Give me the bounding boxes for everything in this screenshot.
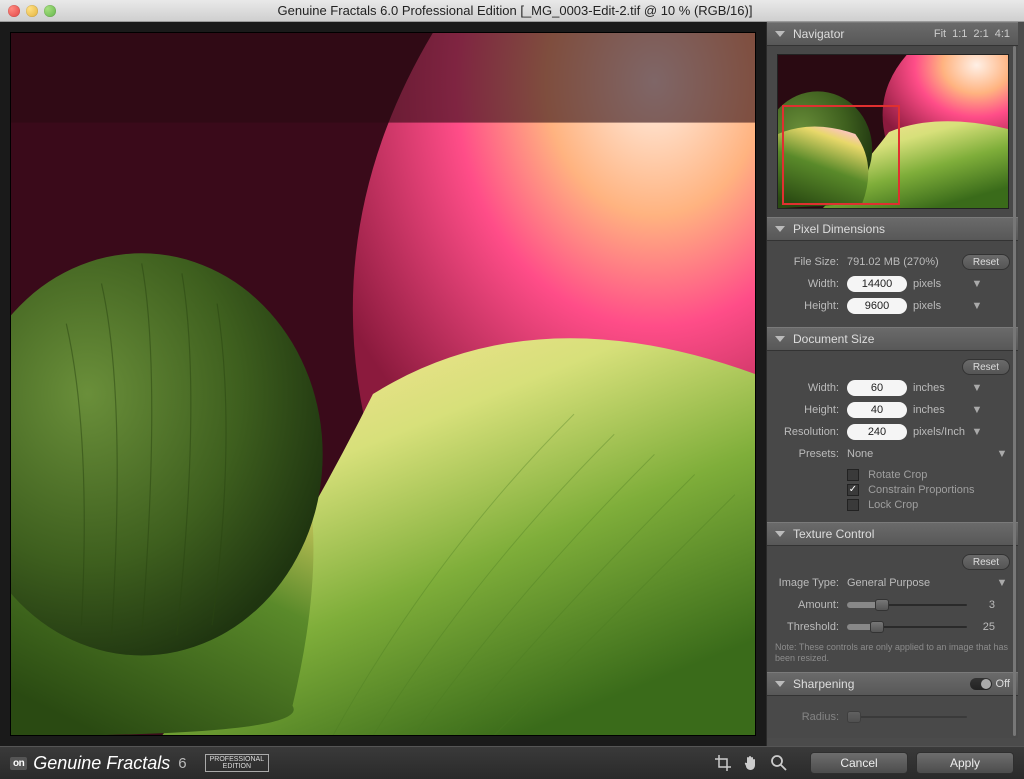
panel-header-pixeldimensions[interactable]: Pixel Dimensions <box>767 217 1018 241</box>
panel-navigator <box>767 46 1018 217</box>
apply-button[interactable]: Apply <box>916 752 1014 774</box>
footer-bar: on Genuine Fractals 6 PROFESSIONALEDITIO… <box>0 746 1024 779</box>
radius-label: Radius: <box>775 711 847 723</box>
doc-width-label: Width: <box>775 382 847 394</box>
brand-name: Genuine Fractals <box>33 753 170 774</box>
imagetype-dropdown[interactable]: General Purpose <box>847 577 994 589</box>
chevron-down-icon[interactable]: ▼ <box>969 382 985 394</box>
threshold-label: Threshold: <box>775 621 847 633</box>
panel-header-sharpening[interactable]: Sharpening Off <box>767 672 1018 696</box>
resolution-label: Resolution: <box>775 426 847 438</box>
panel-pixeldimensions: File Size: 791.02 MB (270%) Reset Width:… <box>767 241 1018 327</box>
imagetype-label: Image Type: <box>775 577 847 589</box>
zoom-tool-icon[interactable] <box>770 754 788 772</box>
brand-on-badge: on <box>10 757 27 770</box>
image-canvas[interactable] <box>10 32 756 736</box>
cancel-button[interactable]: Cancel <box>810 752 908 774</box>
brand-version: 6 <box>178 755 186 772</box>
width-label: Width: <box>775 278 847 290</box>
amount-slider[interactable] <box>847 599 967 611</box>
doc-height-unit[interactable]: inches <box>907 404 969 416</box>
canvas-area[interactable] <box>0 22 766 746</box>
radius-slider[interactable] <box>847 711 967 723</box>
chevron-down-icon[interactable]: ▼ <box>969 426 985 438</box>
zoom-fit[interactable]: Fit <box>934 28 946 40</box>
filesize-value: 791.02 MB (270%) <box>847 256 962 268</box>
panel-title: Pixel Dimensions <box>793 222 885 236</box>
panel-title: Sharpening <box>793 677 854 691</box>
presets-dropdown[interactable]: None <box>847 448 994 460</box>
doc-width-unit[interactable]: inches <box>907 382 969 394</box>
height-label: Height: <box>775 300 847 312</box>
rotate-crop-label: Rotate Crop <box>868 469 927 481</box>
flower-image <box>11 33 755 735</box>
constrain-proportions-checkbox[interactable]: ✓ <box>847 484 859 496</box>
disclosure-triangle-icon[interactable] <box>775 31 785 37</box>
resolution-input[interactable]: 240 <box>847 424 907 440</box>
disclosure-triangle-icon[interactable] <box>775 226 785 232</box>
window-title: Genuine Fractals 6.0 Professional Editio… <box>6 3 1024 18</box>
lock-crop-label: Lock Crop <box>868 499 918 511</box>
reset-button[interactable]: Reset <box>962 554 1010 570</box>
panel-header-documentsize[interactable]: Document Size <box>767 327 1018 351</box>
zoom-2-1[interactable]: 2:1 <box>973 28 988 40</box>
chevron-down-icon[interactable]: ▼ <box>994 448 1010 460</box>
disclosure-triangle-icon[interactable] <box>775 531 785 537</box>
reset-button[interactable]: Reset <box>962 359 1010 375</box>
disclosure-triangle-icon[interactable] <box>775 681 785 687</box>
tool-icons <box>714 754 788 772</box>
pixel-height-unit[interactable]: pixels <box>907 300 969 312</box>
pixel-width-unit[interactable]: pixels <box>907 278 969 290</box>
sharpening-off-label: Off <box>996 678 1010 690</box>
chevron-down-icon[interactable]: ▼ <box>969 404 985 416</box>
panel-documentsize: Reset Width: 60 inches ▼ Height: 40 inch… <box>767 351 1018 522</box>
titlebar: Genuine Fractals 6.0 Professional Editio… <box>0 0 1024 22</box>
amount-value: 3 <box>967 599 995 611</box>
disclosure-triangle-icon[interactable] <box>775 336 785 342</box>
zoom-1-1[interactable]: 1:1 <box>952 28 967 40</box>
chevron-down-icon[interactable]: ▼ <box>969 300 985 312</box>
panel-title: Navigator <box>793 27 844 41</box>
threshold-slider[interactable] <box>847 621 967 633</box>
navigator-thumbnail[interactable] <box>777 54 1009 209</box>
panel-header-navigator[interactable]: Navigator Fit 1:1 2:1 4:1 <box>767 22 1018 46</box>
navigator-viewport-box[interactable] <box>782 105 900 205</box>
panel-texture: Reset Image Type: General Purpose ▼ Amou… <box>767 546 1018 672</box>
zoom-4-1[interactable]: 4:1 <box>995 28 1010 40</box>
hand-tool-icon[interactable] <box>742 754 760 772</box>
amount-label: Amount: <box>775 599 847 611</box>
doc-width-input[interactable]: 60 <box>847 380 907 396</box>
lock-crop-checkbox[interactable] <box>847 499 859 511</box>
filesize-label: File Size: <box>775 256 847 268</box>
crop-tool-icon[interactable] <box>714 754 732 772</box>
chevron-down-icon[interactable]: ▼ <box>994 577 1010 589</box>
resolution-unit[interactable]: pixels/Inch <box>907 426 969 438</box>
doc-height-input[interactable]: 40 <box>847 402 907 418</box>
panel-header-texture[interactable]: Texture Control <box>767 522 1018 546</box>
sharpening-toggle[interactable] <box>970 678 992 690</box>
threshold-value: 25 <box>967 621 995 633</box>
edition-badge: PROFESSIONALEDITION <box>205 754 269 772</box>
right-sidebar: Navigator Fit 1:1 2:1 4:1 Pixel Di <box>766 22 1024 746</box>
panel-title: Texture Control <box>793 527 874 541</box>
rotate-crop-checkbox[interactable] <box>847 469 859 481</box>
pixel-width-input[interactable]: 14400 <box>847 276 907 292</box>
panel-title: Document Size <box>793 332 874 346</box>
chevron-down-icon[interactable]: ▼ <box>969 278 985 290</box>
texture-note: Note: These controls are only applied to… <box>775 642 1010 664</box>
presets-label: Presets: <box>775 448 847 460</box>
pixel-height-input[interactable]: 9600 <box>847 298 907 314</box>
brand-area: on Genuine Fractals 6 PROFESSIONALEDITIO… <box>10 753 269 774</box>
constrain-proportions-label: Constrain Proportions <box>868 484 974 496</box>
panel-sharpening: Radius: <box>767 696 1018 738</box>
doc-height-label: Height: <box>775 404 847 416</box>
reset-button[interactable]: Reset <box>962 254 1010 270</box>
